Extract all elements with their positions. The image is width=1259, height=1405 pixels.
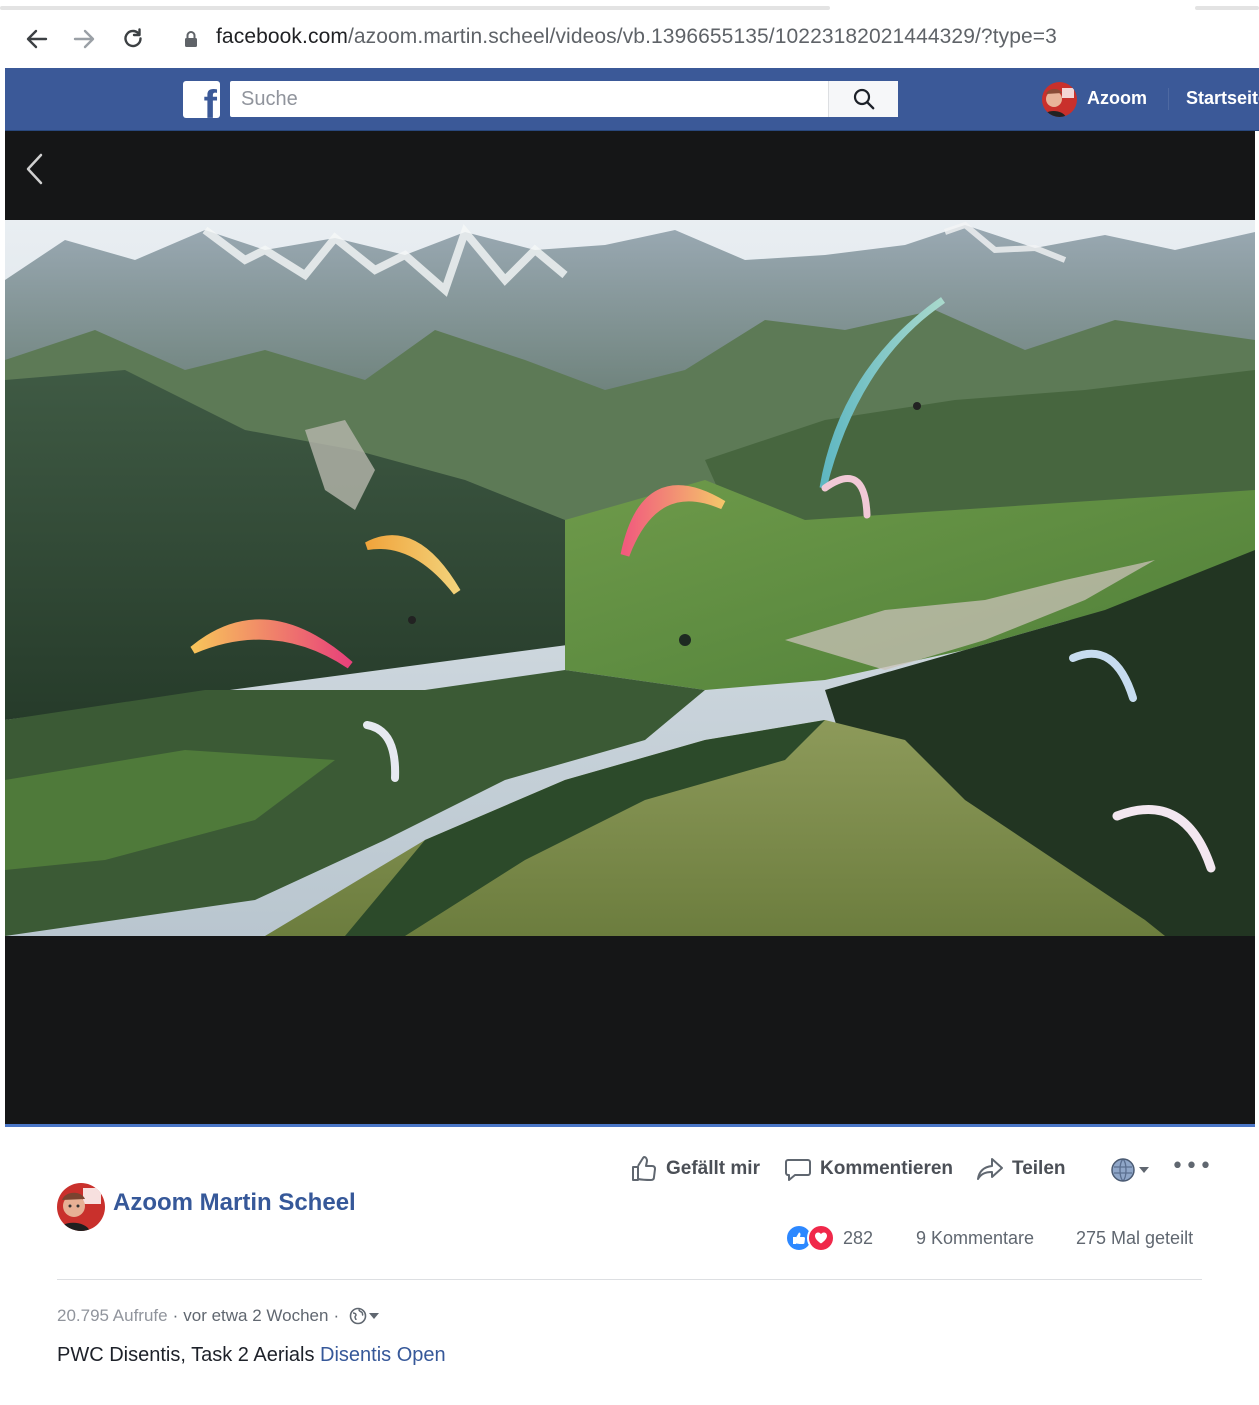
back-arrow-icon[interactable] [20, 22, 54, 56]
post-time[interactable]: vor etwa 2 Wochen [183, 1306, 328, 1326]
video-info-panel: Gefällt mir Kommentieren Teilen ••• Azoo… [5, 1127, 1255, 1405]
globe-icon [349, 1307, 367, 1325]
facebook-header: f Azoom Startseite [5, 68, 1259, 131]
love-reaction-icon [807, 1224, 835, 1252]
header-user-name[interactable]: Azoom [1087, 88, 1147, 109]
search-icon [853, 88, 874, 110]
view-count: 20.795 Aufrufe [57, 1306, 168, 1325]
video-player[interactable] [5, 131, 1255, 1127]
reaction-count: 282 [843, 1227, 874, 1248]
video-frame-image [5, 220, 1255, 936]
url-path: /azoom.martin.scheel/videos/vb.139665513… [347, 25, 1057, 48]
comment-button[interactable]: Kommentieren [783, 1154, 953, 1184]
comments-count-link[interactable]: 9 Kommentare [916, 1228, 1034, 1249]
comment-label: Kommentieren [820, 1158, 954, 1179]
facebook-logo-letter: f [203, 83, 217, 118]
forward-arrow-icon[interactable] [67, 22, 101, 56]
comment-bubble-icon [785, 1159, 811, 1181]
like-label: Gefällt mir [666, 1158, 760, 1179]
share-button[interactable]: Teilen [975, 1154, 1066, 1184]
caret-down-icon [369, 1313, 380, 1319]
browser-toolbar: facebook.com/azoom.martin.scheel/videos/… [0, 0, 1259, 68]
tab-strip-edge [0, 6, 830, 10]
lock-icon [185, 31, 197, 47]
caret-down-icon [1139, 1167, 1149, 1173]
post-meta: 20.795 Aufrufe · vor etwa 2 Wochen · [57, 1306, 381, 1326]
shares-count-link[interactable]: 275 Mal geteilt [1076, 1228, 1193, 1249]
reactions-summary[interactable]: 282 [785, 1224, 873, 1252]
address-bar[interactable]: facebook.com/azoom.martin.scheel/videos/… [216, 25, 1057, 49]
privacy-selector[interactable] [349, 1307, 381, 1325]
share-arrow-icon [977, 1158, 1003, 1180]
user-avatar[interactable] [1042, 82, 1077, 117]
search-input[interactable] [230, 81, 828, 117]
divider [57, 1279, 1202, 1280]
search-box [230, 81, 898, 117]
video-caption: PWC Disentis, Task 2 Aerials Disentis Op… [57, 1344, 446, 1367]
tab-strip-edge-right [1195, 6, 1259, 10]
page-selector-button[interactable] [1110, 1157, 1152, 1183]
search-button[interactable] [828, 81, 898, 117]
caption-link[interactable]: Disentis Open [320, 1344, 446, 1366]
like-button[interactable]: Gefällt mir [629, 1154, 760, 1184]
header-divider [1168, 88, 1169, 110]
share-label: Teilen [1012, 1158, 1066, 1179]
globe-avatar-icon [1111, 1158, 1135, 1182]
meta-separator: · [333, 1306, 340, 1325]
caption-text: PWC Disentis, Task 2 Aerials [57, 1344, 321, 1366]
author-avatar[interactable] [57, 1183, 105, 1231]
home-link[interactable]: Startseite [1186, 88, 1259, 109]
more-options-icon[interactable]: ••• [1171, 1156, 1213, 1178]
reload-icon[interactable] [116, 22, 150, 56]
facebook-logo[interactable]: f [183, 81, 220, 118]
thumbs-up-icon [632, 1156, 656, 1181]
author-name[interactable]: Azoom Martin Scheel [113, 1189, 356, 1217]
chevron-left-icon[interactable] [19, 149, 49, 189]
url-domain: facebook.com [216, 25, 348, 48]
meta-separator: · [172, 1306, 179, 1325]
